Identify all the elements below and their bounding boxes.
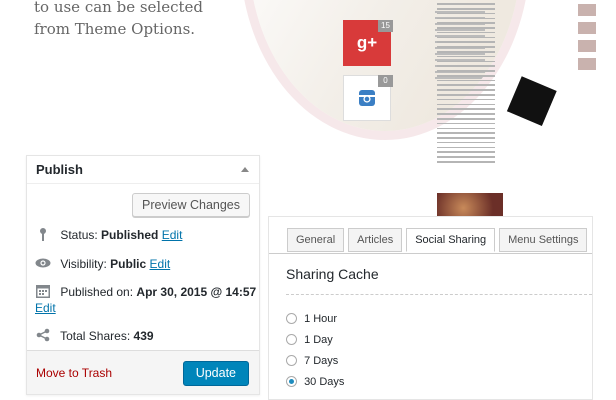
instagram-icon xyxy=(359,90,375,106)
sidebar-thumbnails xyxy=(578,0,616,215)
tab-social-sharing[interactable]: Social Sharing xyxy=(406,228,496,252)
share-button-placeholder[interactable] xyxy=(343,131,391,140)
eye-icon xyxy=(35,258,51,268)
pin-icon xyxy=(40,228,46,241)
radio-1-hour[interactable] xyxy=(286,313,297,324)
tab-articles[interactable]: Articles xyxy=(348,228,403,252)
publish-box: Publish Preview Changes Status: Publishe… xyxy=(26,155,260,395)
published-on-value: Apr 30, 2015 @ 14:57 xyxy=(136,285,257,299)
section-divider xyxy=(286,294,592,295)
magazine-text-column xyxy=(437,3,495,163)
publish-footer: Move to Trash Update xyxy=(27,350,259,394)
total-shares-label: Total Shares: xyxy=(60,329,131,343)
published-on-label: Published on: xyxy=(60,285,134,299)
google-plus-count: 15 xyxy=(378,20,393,32)
visibility-edit-link[interactable]: Edit xyxy=(150,257,171,271)
tab-general[interactable]: General xyxy=(287,228,345,252)
cache-option-7-days[interactable]: 7 Days xyxy=(286,355,338,367)
total-shares-row: Total Shares: 439 xyxy=(35,328,154,343)
cache-option-label: 1 Day xyxy=(304,334,333,346)
radio-1-day[interactable] xyxy=(286,334,297,345)
radio-30-days[interactable] xyxy=(286,376,297,387)
visibility-row: Visibility: Public Edit xyxy=(35,256,170,271)
collapse-arrow-icon[interactable] xyxy=(241,167,249,172)
cache-option-30-days[interactable]: 30 Days xyxy=(286,376,344,388)
status-label: Status: xyxy=(60,228,98,242)
radio-7-days[interactable] xyxy=(286,355,297,366)
calendar-icon xyxy=(36,285,50,298)
status-row: Status: Published Edit xyxy=(35,227,182,242)
cache-option-label: 1 Hour xyxy=(304,313,338,325)
status-edit-link[interactable]: Edit xyxy=(162,228,183,242)
instagram-count: 0 xyxy=(378,75,393,87)
cache-option-label: 7 Days xyxy=(304,355,339,367)
publish-header[interactable]: Publish xyxy=(27,156,259,184)
cache-option-label: 30 Days xyxy=(304,376,345,388)
cache-option-1-hour[interactable]: 1 Hour xyxy=(286,313,337,325)
tab-menu-settings[interactable]: Menu Settings xyxy=(499,228,588,252)
promo-line-1: to use can be selected xyxy=(34,0,204,16)
update-button[interactable]: Update xyxy=(182,361,249,386)
move-to-trash-link[interactable]: Move to Trash xyxy=(36,366,112,380)
total-shares-value: 439 xyxy=(133,329,154,343)
google-plus-icon: g+ xyxy=(356,33,378,52)
visibility-label: Visibility: xyxy=(60,257,107,271)
published-on-row: Published on: Apr 30, 2015 @ 14:57 xyxy=(35,284,256,299)
visibility-value: Public xyxy=(110,257,147,271)
promo-text: to use can be selected from Theme Option… xyxy=(34,0,234,40)
settings-tabs: General Articles Social Sharing Menu Set… xyxy=(287,228,591,254)
section-title: Sharing Cache xyxy=(286,266,379,282)
promo-line-2: from Theme Options. xyxy=(34,20,196,38)
preview-changes-button[interactable]: Preview Changes xyxy=(132,193,250,217)
cache-option-1-day[interactable]: 1 Day xyxy=(286,334,333,346)
published-on-edit-wrap: Edit xyxy=(35,301,56,315)
status-value: Published xyxy=(101,228,159,242)
publish-title: Publish xyxy=(36,162,83,177)
published-on-edit-link[interactable]: Edit xyxy=(35,301,56,315)
settings-panel: General Articles Social Sharing Menu Set… xyxy=(268,216,593,400)
share-icon xyxy=(36,328,50,342)
